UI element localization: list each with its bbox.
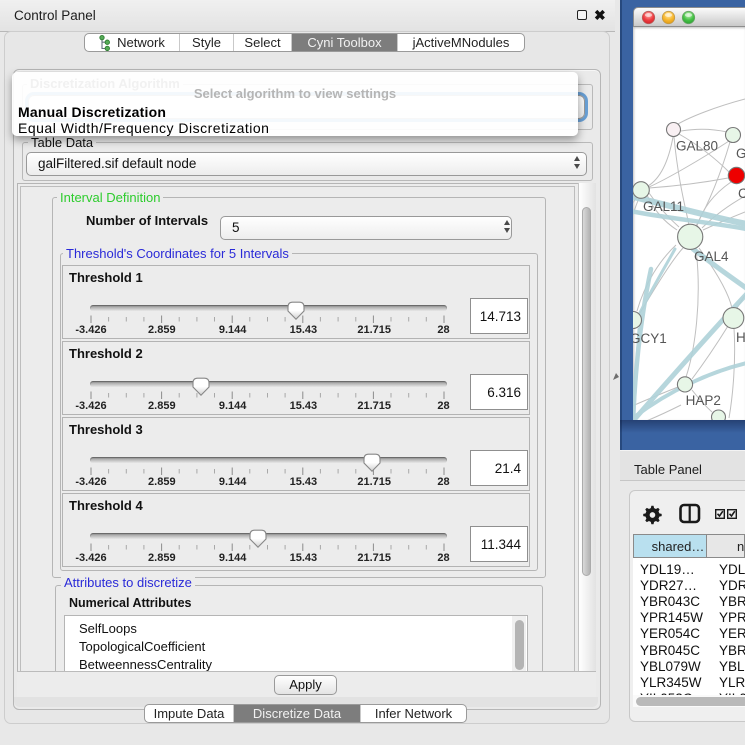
svg-text:GCY1: GCY1 [633,331,667,346]
svg-text:GAL11: GAL11 [643,199,684,214]
svg-text:H: H [736,330,745,345]
svg-text:C: C [738,186,745,201]
svg-text:GAL80: GAL80 [676,139,718,154]
svg-text:GA: GA [736,146,745,161]
svg-text:HAP2: HAP2 [686,393,721,408]
svg-text:GAL4: GAL4 [694,249,729,264]
